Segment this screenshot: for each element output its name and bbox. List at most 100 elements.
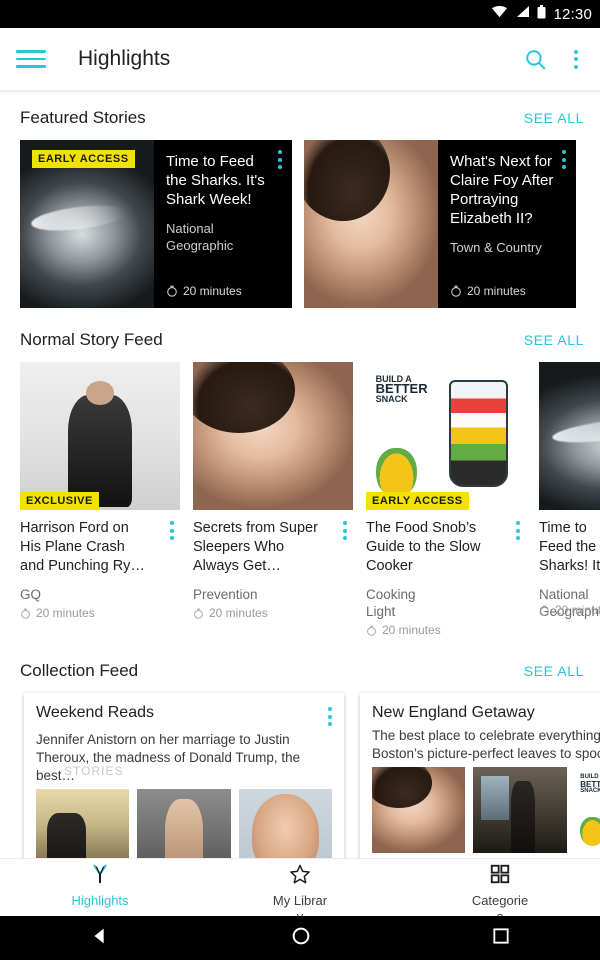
nav-label-categories: Categories (471, 893, 529, 916)
card-image: EARLY ACCESS (20, 140, 154, 308)
card-title-row: The Food Snob’s Guide to the Slow Cooker (366, 510, 526, 576)
app-bar-actions (523, 47, 578, 72)
collection-description: The best place to celebrate everything a… (360, 722, 600, 763)
app-bar: Highlights (0, 28, 600, 90)
card-duration-group: 20 minutes (539, 603, 600, 617)
status-badge: EARLY ACCESS (32, 150, 135, 168)
section-title: Featured Stories (20, 108, 146, 127)
card-duration: 20 minutes (382, 623, 441, 637)
card-duration-group: 20 minutes (193, 606, 353, 620)
card-duration: 20 minutes (36, 606, 95, 620)
card-duration-group: 20 minutes (450, 284, 526, 298)
section-header-collection: Collection Feed SEE ALL (0, 637, 600, 693)
stopwatch-icon (194, 608, 203, 619)
card-overflow-icon[interactable] (343, 521, 353, 540)
recents-square-icon[interactable] (491, 926, 511, 951)
collection-title: New England Getaway (372, 704, 535, 721)
card-title: What's Next for Claire Foy After Portray… (450, 153, 554, 227)
card-image (539, 362, 600, 510)
card-source: Prevention (193, 587, 258, 602)
see-all-normal[interactable]: SEE ALL (524, 332, 584, 348)
stopwatch-icon (367, 625, 376, 636)
card-overflow-icon[interactable] (516, 521, 526, 540)
snack-cover-text: BUILD A BETTER SNACK (376, 374, 446, 404)
back-triangle-icon[interactable] (89, 925, 111, 952)
card-image: EXCLUSIVE (20, 362, 180, 510)
hamburger-menu-icon[interactable] (16, 44, 46, 74)
woman-sleeping-photo (193, 362, 353, 510)
nav-label-highlights: Highlights (71, 893, 129, 908)
section-header-normal: Normal Story Feed SEE ALL (0, 308, 600, 362)
normal-story-carousel[interactable]: EXCLUSIVE Harrison Ford on His Plane Cra… (0, 362, 600, 637)
collection-carousel[interactable]: Weekend Reads Jennifer Anistorn on her m… (0, 693, 600, 871)
wifi-icon (491, 5, 508, 23)
woman-resting-photo (372, 767, 466, 853)
collection-tile[interactable] (372, 767, 466, 853)
featured-card[interactable]: EARLY ACCESS Time to Feed the Sharks. It… (20, 140, 292, 308)
card-overflow-icon[interactable] (562, 150, 566, 169)
card-title: Time to Feed the Sharks! It's Shark Week… (539, 520, 600, 574)
story-card[interactable]: Secrets from Super Sleepers Who Always G… (193, 362, 353, 637)
android-system-nav (0, 916, 600, 960)
card-overflow-icon[interactable] (170, 521, 180, 540)
featured-card-partial[interactable] (588, 140, 600, 308)
see-all-collection[interactable]: SEE ALL (524, 663, 584, 679)
collection-header: New England Getaway (360, 693, 600, 722)
barn-portrait-photo (473, 767, 567, 853)
home-circle-icon[interactable] (290, 925, 312, 952)
section-title: Normal Story Feed (20, 330, 163, 349)
featured-card[interactable]: What's Next for Claire Foy After Portray… (304, 140, 576, 308)
collection-description: Jennifer Anistorn on her marriage to Jus… (24, 726, 344, 785)
status-badge: EXCLUSIVE (20, 492, 99, 510)
card-duration: 20 minutes (555, 603, 600, 617)
card-source: National Geographic (166, 221, 234, 253)
shark-photo (539, 362, 600, 510)
card-duration-group: 20 minutes (366, 623, 526, 637)
battery-icon (537, 4, 546, 24)
highlights-icon (89, 863, 111, 890)
status-badge: EARLY ACCESS (366, 492, 469, 510)
card-duration-group: 20 minutes (166, 284, 242, 298)
card-overflow-icon[interactable] (328, 707, 332, 726)
page-title: Highlights (78, 47, 171, 70)
woman-resting-photo (304, 140, 438, 308)
story-card[interactable]: BUILD A BETTER SNACK EARLY ACCESS The Fo… (366, 362, 526, 637)
stopwatch-icon (451, 285, 461, 297)
card-title: The Food Snob’s Guide to the Slow Cooker (366, 520, 481, 574)
collection-tile[interactable] (473, 767, 567, 853)
magazine-page (588, 140, 600, 308)
man-seated-photo (20, 362, 180, 510)
nav-item-my-library[interactable]: My Library (200, 859, 400, 916)
collection-tile[interactable]: BUILD A BETTER SNACK (574, 767, 600, 853)
bottom-navigation: Highlights My Library Categories (0, 858, 600, 916)
card-duration: 20 minutes (467, 284, 526, 298)
scroll-content[interactable]: Featured Stories SEE ALL EARLY ACCESS Ti… (0, 94, 600, 902)
stopwatch-icon (540, 605, 549, 616)
search-icon[interactable] (523, 47, 548, 72)
nav-item-highlights[interactable]: Highlights (0, 859, 200, 916)
card-image: BUILD A BETTER SNACK EARLY ACCESS (366, 362, 526, 510)
story-card[interactable]: Time to Feed the Sharks! It's Shark Week… (539, 362, 600, 637)
featured-carousel[interactable]: EARLY ACCESS Time to Feed the Sharks. It… (0, 140, 600, 308)
section-header-featured: Featured Stories SEE ALL (0, 94, 600, 140)
card-title: Time to Feed the Sharks. It's Shark Week… (166, 153, 265, 208)
more-vert-icon[interactable] (574, 49, 578, 69)
see-all-featured[interactable]: SEE ALL (524, 110, 584, 126)
card-title: Secrets from Super Sleepers Who Always G… (193, 520, 318, 574)
collection-card[interactable]: New England Getaway The best place to ce… (360, 693, 600, 871)
card-overflow-icon[interactable] (278, 150, 282, 169)
collection-title: Weekend Reads (36, 704, 154, 721)
nav-item-categories[interactable]: Categories (400, 859, 600, 916)
card-source: Cooking Light (366, 587, 416, 619)
star-icon (289, 863, 311, 890)
card-source: GQ (20, 587, 42, 602)
section-title: Collection Feed (20, 661, 139, 680)
snack-cover-text: BUILD A BETTER SNACK (580, 774, 600, 795)
card-duration: 20 minutes (209, 606, 268, 620)
collection-ghost-label: STORIES (64, 764, 124, 778)
status-bar: 12:30 (0, 0, 600, 28)
snack-line-1: BUILD A (580, 773, 600, 780)
snack-line-2: BETTER (580, 779, 600, 789)
collection-card[interactable]: Weekend Reads Jennifer Anistorn on her m… (24, 693, 344, 871)
story-card[interactable]: EXCLUSIVE Harrison Ford on His Plane Cra… (20, 362, 180, 637)
